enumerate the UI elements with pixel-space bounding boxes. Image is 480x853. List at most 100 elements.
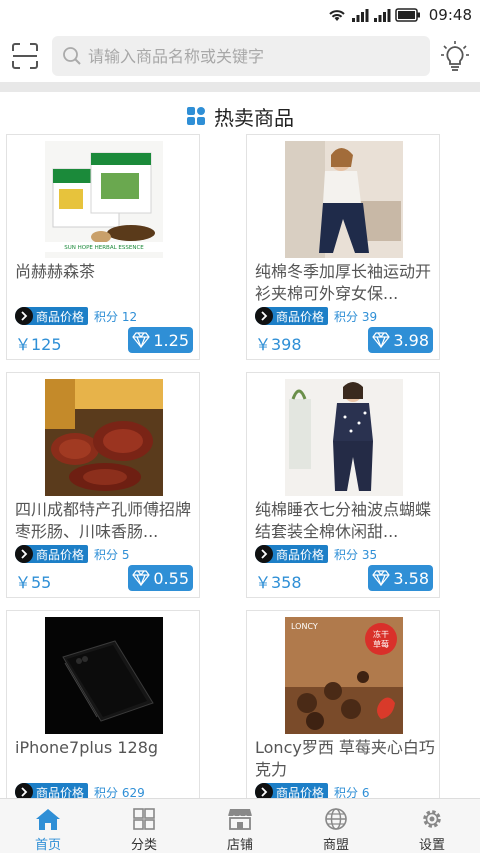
- price-row: 商品价格 积分 629: [15, 783, 145, 798]
- section-header: 热卖商品: [0, 98, 480, 134]
- diamond-icon: [372, 570, 391, 586]
- status-bar: 09:48: [0, 0, 480, 30]
- arrow-right-icon: [15, 545, 33, 563]
- product-price: ￥358: [255, 573, 302, 592]
- product-card[interactable]: 纯棉冬季加厚长袖运动开衫夹棉可外穿女保... 商品价格 积分 39 ￥398 3…: [246, 134, 440, 360]
- arrow-right-icon: [255, 783, 273, 798]
- lightbulb-icon[interactable]: [440, 40, 470, 72]
- top-bar: [0, 30, 480, 82]
- price-tag-label: 商品价格: [276, 785, 325, 799]
- battery-icon: [395, 8, 420, 22]
- tab-label: 分类: [130, 838, 157, 853]
- product-list: 热卖商品 SUN HOPE HERBAL ESSENCE 尚赫赫森茶 商品价格: [0, 92, 480, 798]
- price-tag-label: 商品价格: [36, 547, 85, 562]
- tab-label: 商盟: [322, 838, 349, 853]
- diamond-value: 3.98: [393, 330, 429, 350]
- arrow-right-icon: [15, 307, 33, 325]
- product-name[interactable]: iPhone7plus 128g: [15, 737, 195, 759]
- tab-label: 店铺: [226, 838, 253, 853]
- section-title: 热卖商品: [214, 105, 294, 130]
- price-tag: 商品价格: [255, 783, 329, 799]
- home-icon: [36, 809, 60, 830]
- points-label: 积分 12: [94, 309, 138, 324]
- price-tag: 商品价格: [15, 545, 89, 563]
- price-row: 商品价格 积分 6: [255, 783, 369, 798]
- diamond-price-badge: 3.98: [368, 327, 433, 353]
- product-image[interactable]: [285, 379, 403, 496]
- price-row: 商品价格 积分 5: [15, 545, 129, 563]
- product-card[interactable]: iPhone7plus 128g 商品价格 积分 629: [6, 610, 200, 798]
- product-image[interactable]: SUN HOPE HERBAL ESSENCE: [45, 141, 163, 258]
- product-image[interactable]: LONCY 冻干 草莓: [285, 617, 403, 734]
- tab-store[interactable]: 店铺: [192, 799, 288, 853]
- diamond-price-badge: 0.55: [128, 565, 193, 591]
- product-price: ￥55: [15, 573, 52, 592]
- search-bar[interactable]: [52, 36, 430, 76]
- points-label: 积分 629: [94, 785, 145, 799]
- product-card[interactable]: 纯棉睡衣七分袖波点蝴蝶结套装全棉休闲甜... 商品价格 积分 35 ￥358 3…: [246, 372, 440, 598]
- product-name[interactable]: 尚赫赫森茶: [15, 261, 195, 283]
- price-tag-label: 商品价格: [36, 309, 85, 324]
- diamond-icon: [132, 332, 151, 348]
- tab-home[interactable]: 首页: [0, 799, 96, 853]
- price-row: 商品价格 积分 35: [255, 545, 377, 563]
- tab-label: 首页: [34, 838, 61, 853]
- image-brand: LONCY: [291, 622, 318, 631]
- signal-icon: [351, 9, 369, 22]
- category-icon: [133, 808, 155, 830]
- tab-alliance[interactable]: 商盟: [288, 799, 384, 853]
- scan-icon[interactable]: [10, 42, 40, 70]
- product-image[interactable]: [45, 379, 163, 496]
- price-row: 商品价格 积分 12: [15, 307, 137, 325]
- product-name[interactable]: Loncy罗西 草莓夹心白巧克力: [255, 737, 435, 781]
- product-price: ￥125: [15, 335, 62, 354]
- search-input[interactable]: [88, 42, 418, 70]
- points-label: 积分 6: [334, 785, 370, 799]
- status-time: 09:48: [428, 6, 472, 24]
- search-icon: [63, 47, 81, 65]
- tab-settings[interactable]: 设置: [384, 799, 480, 853]
- diamond-value: 1.25: [153, 330, 189, 350]
- tab-category[interactable]: 分类: [96, 799, 192, 853]
- bottom-tab-bar: 首页 分类 店铺 商盟 设置: [0, 798, 480, 853]
- image-badge-line2: 草莓: [373, 639, 389, 649]
- points-label: 积分 5: [94, 547, 130, 562]
- grid-icon: [187, 107, 205, 125]
- divider: [0, 82, 480, 92]
- points-label: 积分 35: [334, 547, 378, 562]
- diamond-value: 0.55: [153, 568, 189, 588]
- product-card[interactable]: LONCY 冻干 草莓 Loncy罗西 草莓夹心白巧克力 商品价格 积分 6: [246, 610, 440, 798]
- image-caption: SUN HOPE HERBAL ESSENCE: [64, 245, 144, 251]
- price-row: 商品价格 积分 39: [255, 307, 377, 325]
- arrow-right-icon: [255, 545, 273, 563]
- image-badge-line1: 冻干: [373, 629, 389, 639]
- tab-label: 设置: [418, 838, 445, 853]
- diamond-price-badge: 3.58: [368, 565, 433, 591]
- signal-icon: [373, 9, 391, 22]
- diamond-icon: [372, 332, 391, 348]
- price-tag: 商品价格: [15, 307, 89, 325]
- globe-icon: [325, 808, 347, 830]
- price-tag: 商品价格: [15, 783, 89, 799]
- store-icon: [227, 809, 253, 830]
- product-name[interactable]: 纯棉睡衣七分袖波点蝴蝶结套装全棉休闲甜...: [255, 499, 435, 543]
- points-label: 积分 39: [334, 309, 378, 324]
- price-tag: 商品价格: [255, 307, 329, 325]
- product-image[interactable]: [285, 141, 403, 258]
- price-tag: 商品价格: [255, 545, 329, 563]
- diamond-price-badge: 1.25: [128, 327, 193, 353]
- price-tag-label: 商品价格: [36, 785, 85, 799]
- price-tag-label: 商品价格: [276, 309, 325, 324]
- arrow-right-icon: [255, 307, 273, 325]
- product-name[interactable]: 纯棉冬季加厚长袖运动开衫夹棉可外穿女保...: [255, 261, 435, 305]
- product-card[interactable]: SUN HOPE HERBAL ESSENCE 尚赫赫森茶 商品价格 积分 12…: [6, 134, 200, 360]
- diamond-value: 3.58: [393, 568, 429, 588]
- product-price: ￥398: [255, 335, 302, 354]
- product-card[interactable]: 四川成都特产孔师傅招牌枣形肠、川味香肠... 商品价格 积分 5 ￥55 0.5…: [6, 372, 200, 598]
- product-name[interactable]: 四川成都特产孔师傅招牌枣形肠、川味香肠...: [15, 499, 195, 543]
- arrow-right-icon: [15, 783, 33, 798]
- wifi-icon: [329, 10, 345, 21]
- product-image[interactable]: [45, 617, 163, 734]
- settings-icon: [423, 810, 441, 828]
- price-tag-label: 商品价格: [276, 547, 325, 562]
